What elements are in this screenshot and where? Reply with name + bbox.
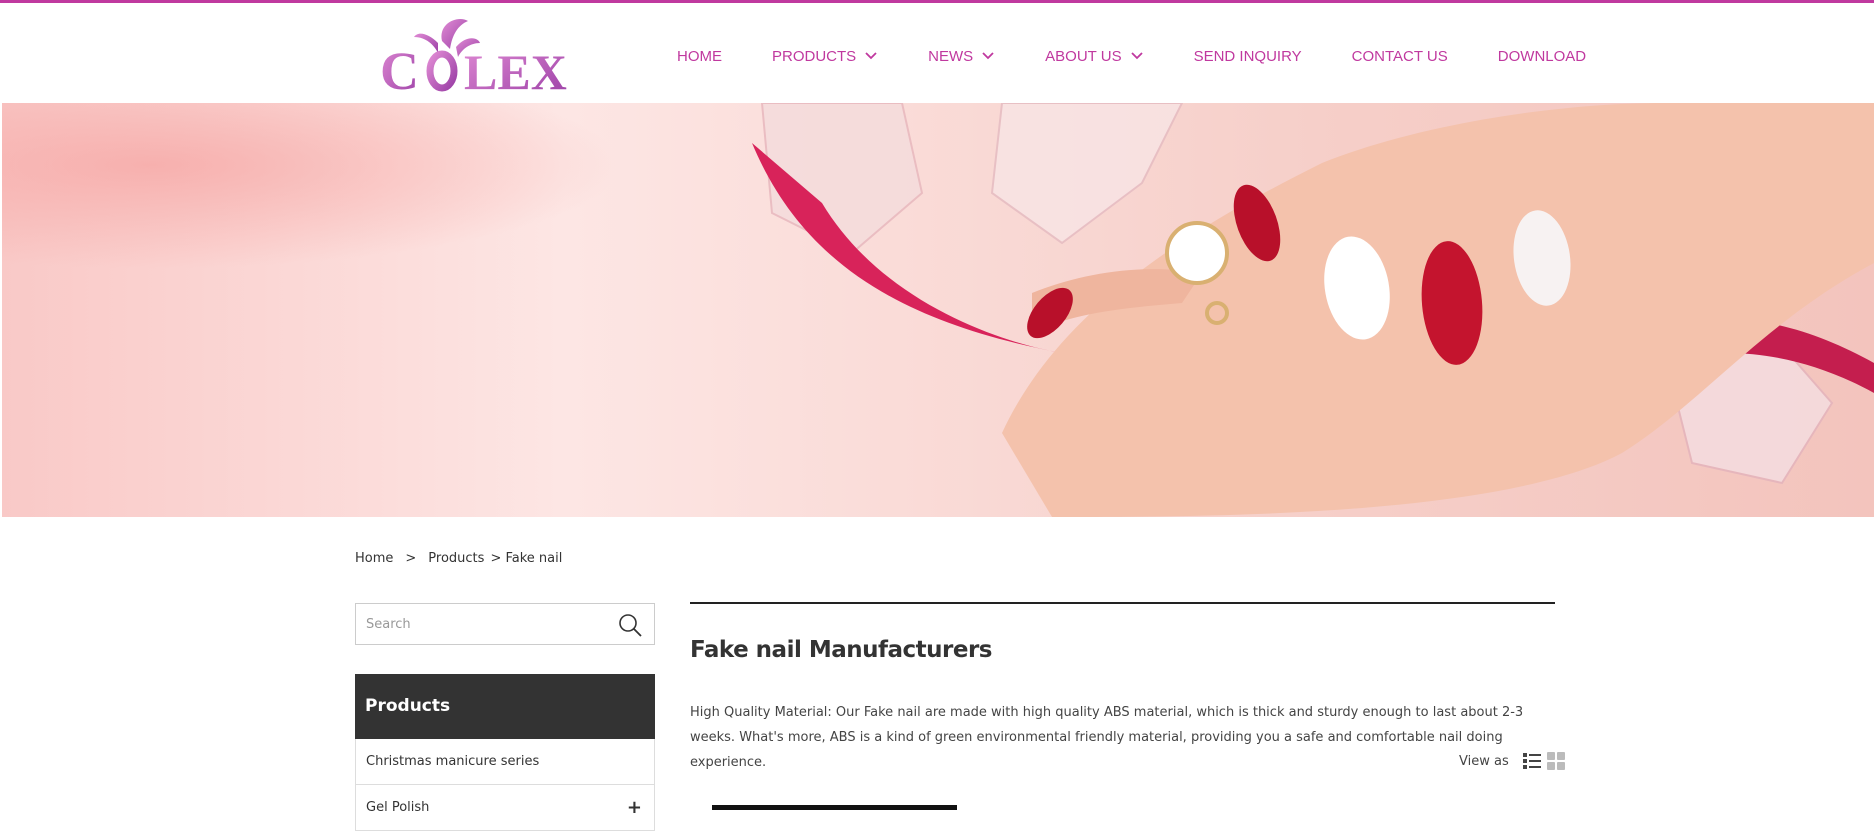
sidebar-item-label: Gel Polish bbox=[366, 800, 430, 815]
view-as-label: View as bbox=[1459, 753, 1509, 769]
nav-about-us-label: ABOUT US bbox=[1045, 47, 1122, 65]
breadcrumb-separator: > bbox=[405, 551, 417, 566]
category-description: High Quality Material: Our Fake nail are… bbox=[690, 705, 1524, 770]
chevron-down-icon bbox=[1130, 52, 1143, 60]
nav-send-inquiry-label: SEND INQUIRY bbox=[1193, 47, 1302, 65]
sidebar-category-list: Christmas manicure series Gel Polish + bbox=[355, 739, 655, 831]
nav-contact-us-label: CONTACT US bbox=[1351, 47, 1448, 65]
breadcrumb-current: > Fake nail bbox=[490, 551, 563, 566]
chevron-down-icon bbox=[982, 52, 994, 60]
nav-send-inquiry[interactable]: SEND INQUIRY bbox=[1194, 48, 1302, 65]
chevron-down-icon bbox=[865, 52, 877, 60]
svg-text:C: C bbox=[380, 41, 419, 93]
search-box bbox=[355, 603, 655, 645]
hero-banner-image bbox=[2, 103, 1874, 517]
sidebar-item-christmas-manicure-series[interactable]: Christmas manicure series bbox=[355, 739, 655, 785]
view-as-toggle: View as bbox=[1459, 752, 1565, 770]
breadcrumb-products[interactable]: Products bbox=[428, 551, 484, 566]
plus-icon[interactable]: + bbox=[627, 797, 642, 818]
nav-home-label: HOME bbox=[677, 47, 722, 65]
site-header: C LEX HOME PRODUCTS NEWS ABOUT US SEND I… bbox=[0, 3, 1874, 103]
product-thumbnail[interactable] bbox=[712, 805, 957, 810]
sidebar-item-label: Christmas manicure series bbox=[366, 754, 540, 769]
page-title: Fake nail Manufacturers bbox=[690, 637, 993, 663]
list-view-icon[interactable] bbox=[1522, 752, 1541, 770]
nav-contact-us[interactable]: CONTACT US bbox=[1352, 48, 1448, 65]
nav-products[interactable]: PRODUCTS bbox=[772, 48, 878, 65]
search-input[interactable] bbox=[356, 605, 596, 643]
sidebar-heading: Products bbox=[355, 674, 655, 739]
search-icon[interactable] bbox=[618, 613, 642, 637]
nav-news[interactable]: NEWS bbox=[928, 48, 995, 65]
svg-text:LEX: LEX bbox=[464, 44, 567, 93]
main-nav: HOME PRODUCTS NEWS ABOUT US SEND INQUIRY… bbox=[677, 43, 1586, 69]
colex-logo[interactable]: C LEX bbox=[380, 13, 585, 93]
nav-download-label: DOWNLOAD bbox=[1497, 47, 1587, 65]
content-divider bbox=[690, 602, 1555, 604]
nav-products-label: PRODUCTS bbox=[772, 47, 857, 65]
breadcrumb-home[interactable]: Home bbox=[355, 551, 393, 566]
grid-view-icon[interactable] bbox=[1546, 752, 1565, 770]
sidebar-item-gel-polish[interactable]: Gel Polish + bbox=[355, 785, 655, 831]
nav-home[interactable]: HOME bbox=[677, 48, 722, 65]
breadcrumb: Home > Products > Fake nail bbox=[355, 551, 574, 566]
nav-news-label: NEWS bbox=[928, 47, 974, 65]
nav-download[interactable]: DOWNLOAD bbox=[1498, 48, 1586, 65]
nav-about-us[interactable]: ABOUT US bbox=[1045, 48, 1143, 65]
